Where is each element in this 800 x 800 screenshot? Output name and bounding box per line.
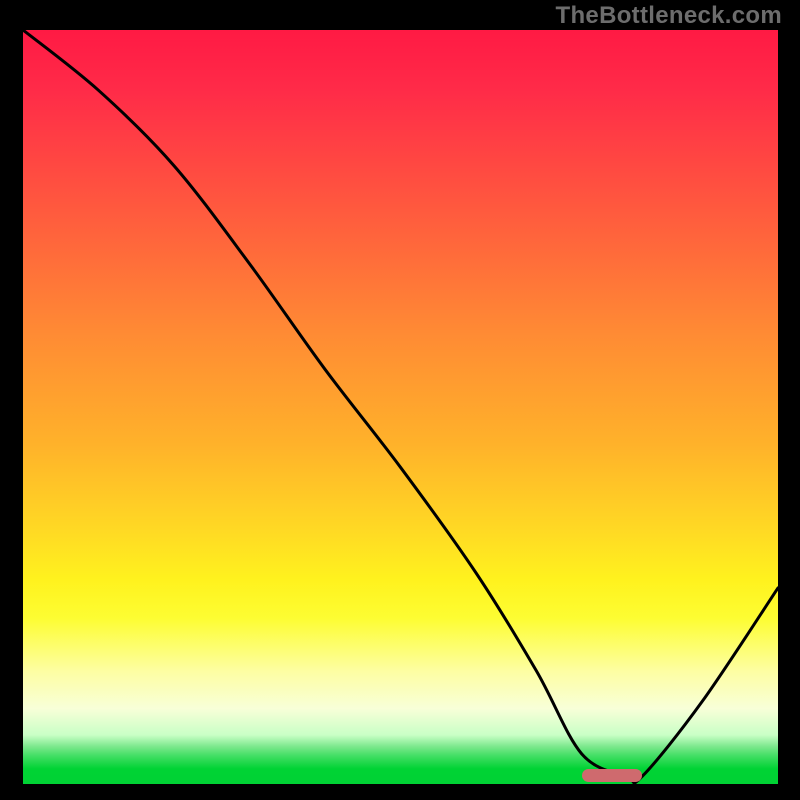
chart-container: TheBottleneck.com xyxy=(0,0,800,800)
curve-path xyxy=(23,30,778,783)
bottleneck-curve xyxy=(23,30,778,784)
watermark-text: TheBottleneck.com xyxy=(556,2,782,30)
optimal-range-marker xyxy=(582,769,642,782)
plot-area xyxy=(23,30,778,784)
